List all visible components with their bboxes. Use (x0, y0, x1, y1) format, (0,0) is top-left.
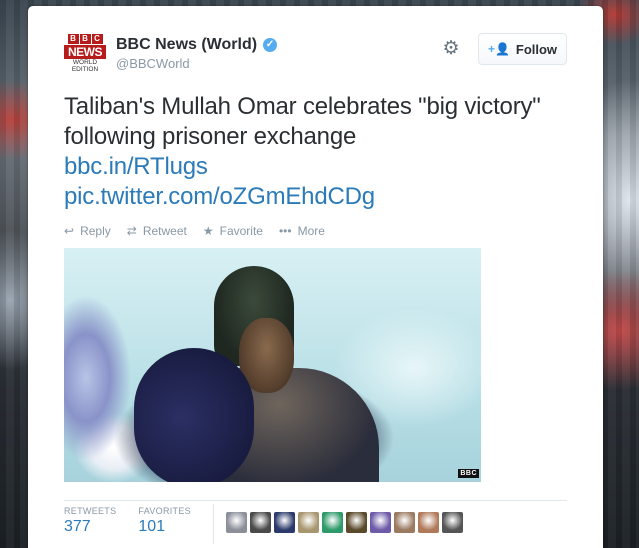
verified-badge-icon: ✓ (263, 38, 278, 52)
stats-divider (64, 500, 567, 501)
more-action[interactable]: ••• More (279, 224, 325, 238)
avatar-edition-line-2: EDITION (71, 66, 99, 73)
reply-action[interactable]: ↩ Reply (64, 224, 111, 238)
favorites-stat[interactable]: FAVORITES 101 (138, 506, 191, 536)
favoriter-avatar[interactable] (249, 512, 271, 533)
favoriter-avatar[interactable] (225, 512, 247, 533)
author-name-line: BBC News (World) ✓ (116, 36, 278, 54)
avatar-news-text: NEWS (64, 45, 106, 59)
tweet-header: B B C NEWS WORLD EDITION BBC News (World… (64, 33, 567, 83)
favoriter-avatar[interactable] (273, 512, 295, 533)
tweet-text: Taliban's Mullah Omar celebrates "big vi… (64, 92, 564, 212)
retweet-label: Retweet (142, 224, 187, 238)
stats-separator (212, 504, 214, 544)
photo-foreground-shoulder (134, 348, 254, 482)
gear-icon[interactable]: ⚙ (441, 39, 461, 59)
retweets-stat[interactable]: RETWEETS 377 (64, 506, 116, 536)
favoriter-avatar[interactable] (345, 512, 367, 533)
tweet-link-short-url[interactable]: bbc.in/RTlugs (64, 152, 564, 182)
favoriter-avatar[interactable] (417, 512, 439, 533)
favorite-label: Favorite (219, 224, 263, 238)
author-full-name[interactable]: BBC News (World) (116, 36, 257, 54)
retweet-icon: ⇄ (126, 224, 137, 238)
avatar-edition-line-1: WORLD (72, 59, 98, 66)
favoriter-avatar[interactable] (321, 512, 343, 533)
star-icon: ★ (202, 224, 214, 238)
retweets-label: RETWEETS (64, 506, 117, 516)
favorites-label: FAVORITES (138, 506, 191, 516)
favorites-count: 101 (138, 518, 166, 535)
favoriter-avatar[interactable] (297, 512, 319, 533)
favorite-action[interactable]: ★ Favorite (203, 224, 263, 238)
bbc-watermark: BBC (458, 469, 479, 478)
retweet-action[interactable]: ⇄ Retweet (127, 224, 187, 238)
favoriter-avatar[interactable] (393, 512, 415, 533)
follow-button-label: Follow (515, 41, 558, 57)
favoriter-avatar[interactable] (441, 512, 463, 533)
tweet-body-text: Taliban's Mullah Omar celebrates "big vi… (64, 93, 541, 150)
author-avatar[interactable]: B B C NEWS WORLD EDITION (64, 33, 106, 75)
avatar-block-b1: B (67, 34, 79, 44)
reply-label: Reply (80, 224, 111, 238)
author-name-block: BBC News (World) ✓ @BBCWorld (116, 36, 278, 71)
add-user-icon: +👤 (487, 42, 510, 56)
tweet-stats: RETWEETS 377 FAVORITES 101 (64, 504, 463, 544)
tweet-card: B B C NEWS WORLD EDITION BBC News (World… (28, 6, 603, 548)
favoriter-avatars (225, 512, 463, 533)
reply-icon: ↩ (64, 224, 75, 238)
tweet-media-photo[interactable]: BBC (64, 248, 481, 482)
avatar-block-c: C (91, 34, 103, 44)
more-label: More (297, 224, 325, 238)
avatar-block-b2: B (79, 34, 91, 44)
avatar-bbc-blocks: B B C (64, 34, 106, 44)
author-screen-name[interactable]: @BBCWorld (116, 56, 277, 71)
favoriter-avatar[interactable] (369, 512, 391, 533)
tweet-link-pic[interactable]: pic.twitter.com/oZGmEhdCDg (64, 182, 564, 212)
more-dots-icon: ••• (278, 224, 292, 238)
retweets-count: 377 (64, 518, 91, 535)
tweet-actions: ↩ Reply ⇄ Retweet ★ Favorite ••• More (64, 224, 325, 238)
follow-button[interactable]: +👤 Follow (478, 33, 567, 65)
